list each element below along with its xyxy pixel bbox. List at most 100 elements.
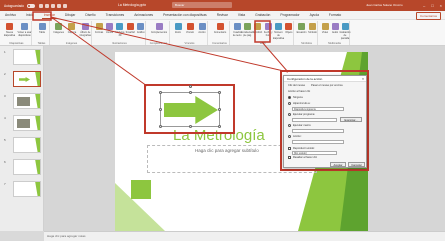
ribbon-button-label: Acción	[198, 31, 206, 34]
ribbon-button-s-mbolo[interactable]: Símbolo	[307, 23, 318, 34]
tab-insertar[interactable]: Insertar	[41, 12, 57, 19]
tab-presentaci-n-con-diapositivas[interactable]: Presentación con diapositivas	[161, 12, 209, 18]
radio-run-macro[interactable]	[288, 124, 291, 127]
option-object-action[interactable]: Acción:	[288, 135, 302, 138]
slide-thumbnail[interactable]	[13, 159, 41, 175]
tab-transiciones[interactable]: Transiciones	[104, 12, 127, 18]
play-sound-row[interactable]: Reproducir sonido:	[288, 147, 315, 150]
option-hyperlink[interactable]: Hipervínculo a:	[288, 102, 310, 105]
ribbon-button-tabla[interactable]: Tabla	[34, 23, 50, 34]
ribbon-button-smartart[interactable]: SmartArt	[125, 23, 135, 34]
ribbon-button-wordart[interactable]: WordArt	[253, 23, 263, 34]
search-box[interactable]: Buscar	[172, 2, 232, 8]
ribbon-button-objeto[interactable]: Objeto	[284, 23, 294, 34]
ribbon-button-ecuaci-n[interactable]: Ecuación	[296, 23, 307, 34]
present-icon[interactable]	[57, 3, 62, 8]
maximize-button[interactable]: □	[431, 3, 433, 8]
radio-none[interactable]	[288, 96, 291, 99]
slide-thumbnail[interactable]	[13, 49, 41, 65]
resize-handle[interactable]	[159, 91, 162, 94]
redo-icon[interactable]	[51, 3, 56, 8]
option-hyperlink-label: Hipervínculo a:	[293, 102, 311, 105]
undo-icon[interactable]	[45, 3, 50, 8]
option-run-program[interactable]: Ejecutar programa:	[288, 113, 315, 116]
slide-thumbnail[interactable]	[13, 137, 41, 153]
ribbon-button-encabezado-pie-p-g-[interactable]: Encabezado pie pág.	[241, 23, 254, 37]
object-action-select[interactable]	[292, 140, 344, 144]
tab-dise-o[interactable]: Diseño	[83, 12, 97, 18]
ribbon-button-zoom[interactable]: Zoom	[172, 23, 184, 34]
tab-grabaci-n[interactable]: Grabación	[253, 12, 272, 18]
resize-handle[interactable]	[218, 125, 221, 128]
autosave-toggle[interactable]	[27, 3, 36, 8]
resize-handle[interactable]	[189, 91, 192, 94]
ok-button[interactable]: Aceptar	[330, 162, 346, 167]
radio-hyperlink[interactable]	[288, 102, 291, 105]
tab-revisar[interactable]: Revisar	[215, 12, 230, 18]
ribbon-button--lbum-de-fotograf-as[interactable]: Álbum de fotografías	[79, 23, 92, 37]
ribbon-button-v-nculo[interactable]: Vínculo	[184, 23, 196, 34]
rotate-handle[interactable]	[189, 85, 192, 88]
ribbon-button-modelos-3d[interactable]: Modelos 3D	[115, 23, 125, 37]
sound-select[interactable]: [Sin sonido]	[292, 151, 337, 155]
notes-pane[interactable]: Haga clic para agregar notas	[44, 231, 445, 241]
slide-thumbnail[interactable]	[13, 93, 41, 109]
close-button[interactable]: ×	[440, 3, 442, 8]
minimize-button[interactable]: –	[423, 3, 425, 8]
resize-handle[interactable]	[159, 125, 162, 128]
option-none[interactable]: Ninguna	[288, 96, 303, 99]
dialog-tab-hover[interactable]: Pasar el mouse por encima	[311, 84, 343, 87]
resize-handle[interactable]	[218, 108, 221, 111]
ribbon-button-n-mero-de-diapositiva[interactable]: Número de diapositiva	[273, 23, 284, 40]
dialog-close-icon[interactable]: ×	[362, 76, 364, 82]
radio-run-program[interactable]	[288, 113, 291, 116]
user-name[interactable]: Juan Carlos Solano Orozco	[366, 3, 403, 7]
slide-thumbnail[interactable]	[13, 71, 41, 87]
save-icon[interactable]	[39, 3, 44, 8]
green-rectangle-shape[interactable]	[131, 180, 151, 199]
ribbon-button-formas[interactable]: Formas	[94, 23, 104, 34]
highlight-row[interactable]: Resaltar al hacer clic	[288, 156, 317, 159]
dialog-tab-click[interactable]: Clic del mouse	[288, 84, 305, 87]
tab-formato[interactable]: Formato	[327, 12, 343, 18]
browse-button[interactable]: Examinar...	[340, 117, 362, 122]
slide-thumbnail[interactable]	[13, 115, 41, 131]
tab-animaciones[interactable]: Animaciones	[132, 12, 155, 18]
resize-handle[interactable]	[189, 125, 192, 128]
tab-archivo[interactable]: Archivo	[3, 12, 18, 18]
macro-select[interactable]	[292, 129, 344, 133]
ribbon-button-gr-fico[interactable]: Gráfico	[136, 23, 146, 34]
slide-thumbnail[interactable]	[13, 181, 41, 197]
highlight-checkbox[interactable]	[288, 156, 291, 159]
resize-handle[interactable]	[159, 108, 162, 111]
ribbon-button-fecha-y-hora[interactable]: Fecha y hora	[263, 23, 273, 37]
arrow-selection-box[interactable]	[159, 85, 221, 128]
ribbon-button-nueva-diapositiva[interactable]: Nueva diapositiva	[2, 23, 17, 37]
ribbon-button-iconos[interactable]: Iconos	[104, 23, 114, 34]
resize-handle[interactable]	[218, 91, 221, 94]
ribbon-button-grabaci-n-de-pantalla[interactable]: Grabación de pantalla	[339, 23, 351, 40]
tab-ayuda[interactable]: Ayuda	[308, 12, 321, 18]
play-sound-checkbox[interactable]	[288, 147, 291, 150]
comments-button[interactable]: Comentarios	[415, 12, 441, 20]
right-arrow-shape[interactable]	[164, 96, 218, 124]
radio-object-action[interactable]	[288, 135, 291, 138]
ribbon-button-comentario[interactable]: Comentario	[210, 23, 230, 34]
ribbon-button-acci-n[interactable]: Acción	[196, 23, 208, 34]
tab-dibujar[interactable]: Dibujar	[63, 12, 77, 18]
tab-inicio[interactable]: Inicio	[24, 12, 36, 18]
program-path-input[interactable]	[292, 118, 337, 122]
tab-programador[interactable]: Programador	[278, 12, 301, 18]
ribbon-group-label: Multimedia	[328, 42, 341, 45]
ribbon-button-v-deo[interactable]: Vídeo	[320, 23, 330, 34]
ribbon-button-captura[interactable]: Captura	[65, 23, 78, 34]
slide-subtitle[interactable]: Haga clic para agregar subtítulo	[195, 148, 259, 153]
customize-icon[interactable]	[63, 3, 68, 8]
tab-vista[interactable]: Vista	[236, 12, 247, 18]
ribbon-button-im-genes[interactable]: Imágenes	[52, 23, 65, 34]
ribbon-button-complementos[interactable]: Complementos	[148, 23, 170, 34]
cancel-button[interactable]: Cancelar	[348, 162, 365, 167]
option-run-macro[interactable]: Ejecutar macro:	[288, 124, 311, 127]
ribbon-button-volver-a-usar-diapositivas[interactable]: Volver a usar diapositivas	[17, 23, 32, 37]
hyperlink-select[interactable]: Diapositiva siguiente	[292, 107, 344, 111]
